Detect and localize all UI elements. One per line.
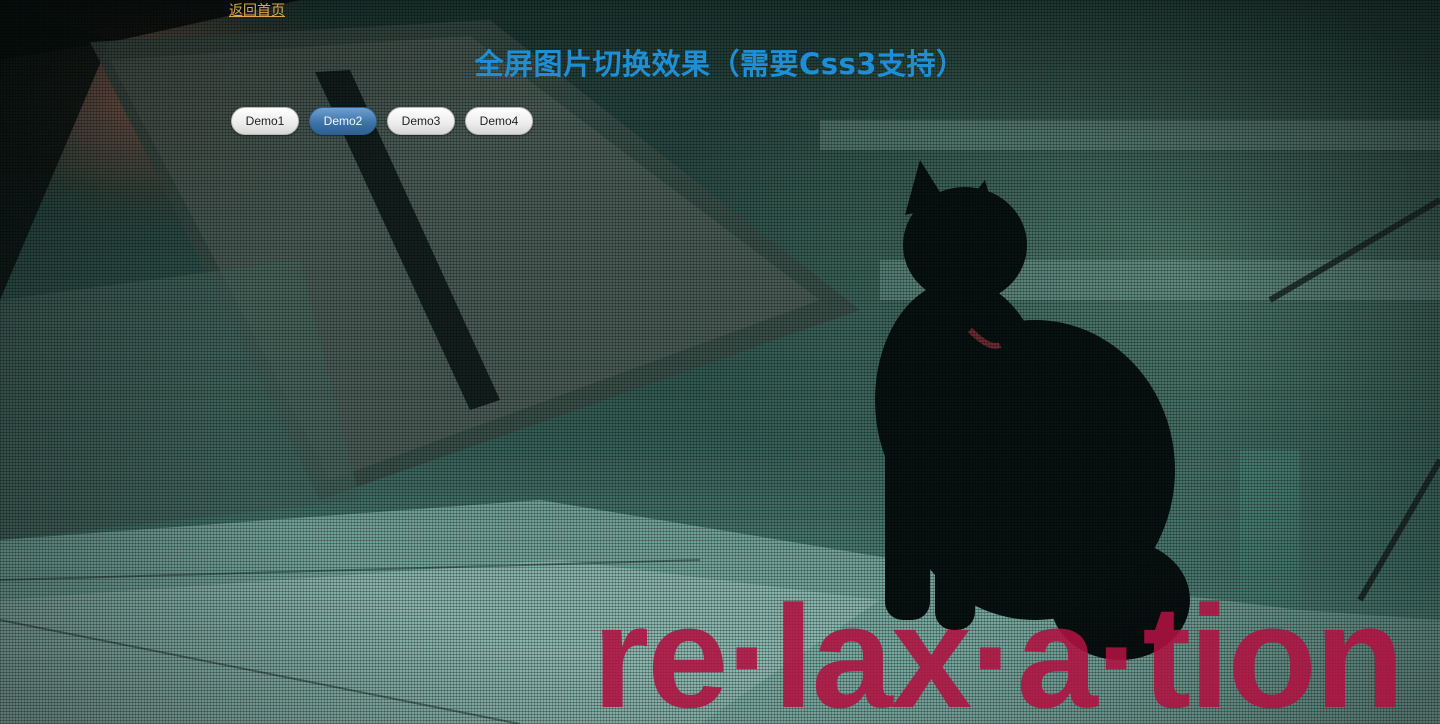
- page-title: 全屏图片切换效果（需要Css3支持）: [474, 47, 966, 81]
- demo1-button[interactable]: Demo1: [231, 107, 299, 135]
- home-link[interactable]: 返回首页: [229, 2, 285, 20]
- demo-nav: Demo1 Demo2 Demo3 Demo4: [231, 107, 533, 135]
- demo3-button[interactable]: Demo3: [387, 107, 455, 135]
- demo2-button[interactable]: Demo2: [309, 107, 377, 135]
- slide-caption: re·lax·a·tion: [592, 575, 1404, 724]
- demo4-button[interactable]: Demo4: [465, 107, 533, 135]
- slideshow-stage: 返回首页 全屏图片切换效果（需要Css3支持） Demo1 Demo2 Demo…: [0, 0, 1440, 724]
